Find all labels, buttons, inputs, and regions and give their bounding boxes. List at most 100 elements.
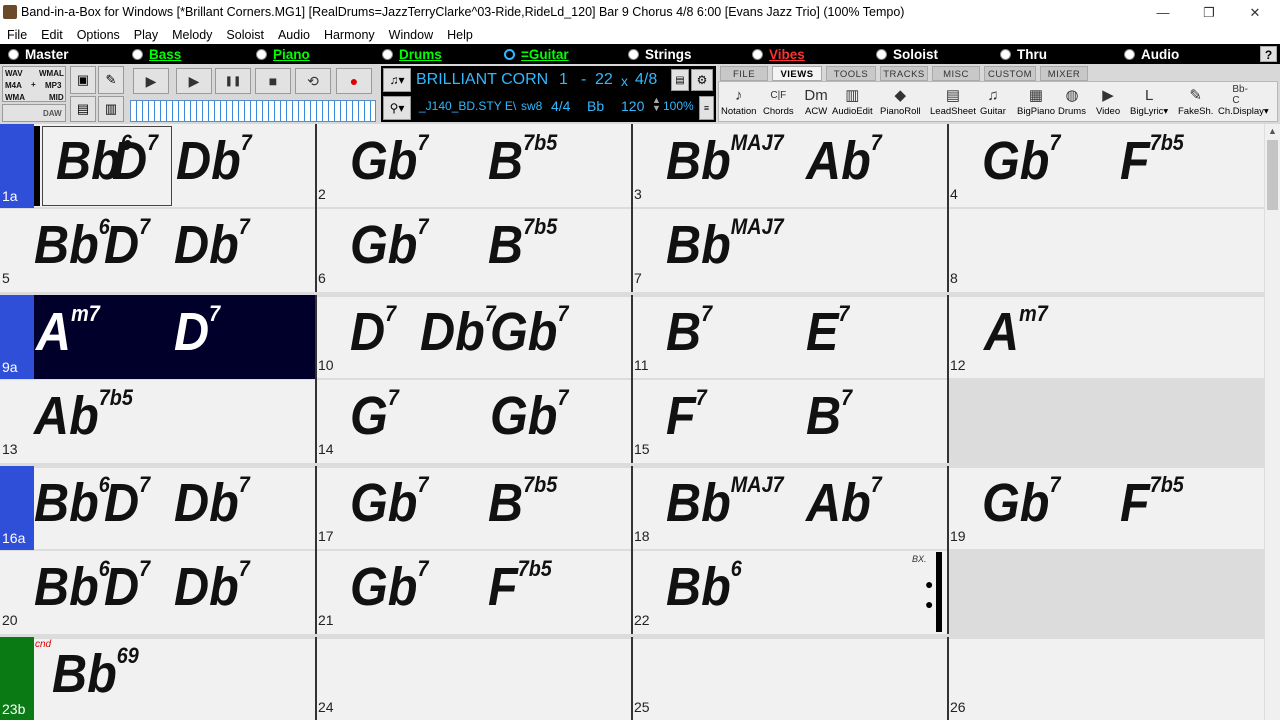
track-drums[interactable]: Drums (382, 45, 442, 63)
mid-button[interactable]: MID (49, 93, 64, 102)
chord-symbol[interactable]: D7 (174, 303, 220, 360)
song-title[interactable]: BRILLIANT CORN (416, 71, 548, 89)
part-marker[interactable]: 1a (0, 124, 34, 208)
chord-symbol[interactable]: Bb6 (34, 558, 110, 615)
edit-icon[interactable]: ✎ (98, 66, 124, 94)
view-chdisplay-button[interactable]: Bb-C Ch.Display▾ (1218, 84, 1269, 117)
minimize-button[interactable]: — (1140, 0, 1186, 25)
track-radio-icon[interactable] (628, 48, 639, 60)
tab-file[interactable]: FILE (720, 66, 768, 81)
bar-cell[interactable] (948, 379, 1264, 463)
track-audio[interactable]: Audio (1124, 45, 1179, 63)
bar-cell[interactable] (948, 637, 1264, 720)
song-menu-icon[interactable]: ♫▾ (383, 68, 411, 92)
chord-symbol[interactable]: Bb6 (34, 216, 110, 273)
track-radio-icon[interactable] (1000, 48, 1011, 60)
track-radio-icon[interactable] (1124, 48, 1135, 60)
wma-button[interactable]: WMA (5, 93, 25, 102)
chord-symbol[interactable]: D7 (104, 558, 150, 615)
view-audioedit-button[interactable]: ▥ AudioEdit (832, 84, 873, 117)
view-fakesh-button[interactable]: ✎ FakeSh. (1178, 84, 1213, 117)
open-icon[interactable]: ▣ (70, 66, 96, 94)
track-radio-icon[interactable] (504, 48, 515, 60)
restore-button[interactable]: ❐ (1186, 0, 1232, 25)
chord-symbol[interactable]: BbMAJ7 (666, 216, 784, 273)
chord-symbol[interactable]: Ab7 (806, 474, 882, 531)
stop-button[interactable]: ■ (255, 68, 291, 94)
choruses-count[interactable]: 4/8 (635, 71, 657, 89)
menu-file[interactable]: File (0, 28, 34, 42)
part-marker[interactable]: 16a (0, 466, 34, 550)
track-strings[interactable]: Strings (628, 45, 692, 63)
view-acw-button[interactable]: Dm ACW (804, 84, 827, 118)
menu-window[interactable]: Window (382, 28, 440, 42)
wav-button[interactable]: WAV (5, 69, 23, 78)
track-master[interactable]: Master (8, 45, 69, 63)
track-radio-icon[interactable] (752, 48, 763, 60)
tab-mixer[interactable]: MIXER (1040, 66, 1088, 81)
track-thru[interactable]: Thru (1000, 45, 1047, 63)
menu-audio[interactable]: Audio (271, 28, 317, 42)
track-radio-icon[interactable] (876, 48, 887, 60)
chord-symbol[interactable]: D7 (104, 216, 150, 273)
view-notation-button[interactable]: ♪ Notation (721, 84, 756, 118)
chord-symbol[interactable]: B7b5 (488, 474, 557, 531)
chord-symbol[interactable]: Db7 (420, 303, 496, 360)
loop-button[interactable]: ⟲ (295, 68, 331, 94)
chord-symbol[interactable]: B7b5 (488, 216, 557, 273)
bar-cell[interactable] (948, 208, 1264, 292)
close-button[interactable]: ✕ (1232, 0, 1278, 25)
chord-symbol[interactable]: D7 (350, 303, 396, 360)
save-as-icon[interactable]: ▥ (98, 96, 124, 122)
vertical-scrollbar[interactable]: ▲ (1264, 124, 1280, 720)
chord-symbol[interactable]: Ab7b5 (34, 387, 133, 444)
view-guitar-button[interactable]: ♫ Guitar (980, 84, 1006, 118)
bar-cell[interactable] (632, 637, 948, 720)
chord-symbol[interactable]: Bb6 (34, 474, 110, 531)
tempo[interactable]: 120 (621, 98, 644, 114)
tab-custom[interactable]: CUSTOM (984, 66, 1036, 81)
chord-symbol[interactable]: D7 (104, 474, 150, 531)
chord-symbol[interactable]: E7 (806, 303, 849, 360)
tempo-menu-icon[interactable]: ≡ (699, 96, 714, 120)
chord-symbol[interactable]: F7b5 (1120, 474, 1184, 531)
chord-symbol[interactable]: Gb7 (350, 132, 429, 189)
m4a-button[interactable]: M4A (5, 81, 22, 90)
chord-symbol[interactable]: Am7 (984, 303, 1048, 360)
chord-symbol[interactable]: F7b5 (488, 558, 552, 615)
play-from-bar-button[interactable]: ▶ (176, 68, 212, 94)
key-signature[interactable]: Bb (587, 98, 604, 114)
chord-symbol[interactable]: Db7 (176, 132, 252, 189)
style-name[interactable]: _J140_BD.STY E\ (419, 99, 516, 113)
chord-symbol[interactable]: Gb7 (490, 387, 569, 444)
menu-melody[interactable]: Melody (165, 28, 219, 42)
notes-icon[interactable]: ▤ (671, 69, 689, 91)
chord-symbol[interactable]: B7b5 (488, 132, 557, 189)
tab-tools[interactable]: TOOLS (826, 66, 876, 81)
view-chords-button[interactable]: C|F Chords (763, 84, 794, 118)
bar-cell[interactable] (948, 550, 1264, 634)
view-drums-button[interactable]: ◍ Drums (1058, 84, 1086, 117)
track-piano[interactable]: Piano (256, 45, 310, 63)
part-marker[interactable]: 9a (0, 295, 34, 379)
chord-symbol[interactable]: BbMAJ7 (666, 474, 784, 531)
chord-symbol[interactable]: Db7 (174, 558, 250, 615)
chord-symbol[interactable]: Gb7 (982, 474, 1061, 531)
chord-symbol[interactable]: Gb7 (350, 558, 429, 615)
tempo-spinner-icon[interactable]: ▲ ▼ (652, 96, 661, 113)
chord-symbol[interactable]: B7 (806, 387, 852, 444)
pause-button[interactable]: ❚❚ (215, 68, 251, 94)
track-radio-icon[interactable] (8, 48, 19, 60)
track-radio-icon[interactable] (382, 48, 393, 60)
chord-symbol[interactable]: F7b5 (1120, 132, 1184, 189)
scroll-thumb[interactable] (1267, 140, 1278, 210)
menu-edit[interactable]: Edit (34, 28, 70, 42)
chord-symbol[interactable]: Gb7 (350, 474, 429, 531)
daw-plugin-button[interactable]: DAW (2, 104, 66, 122)
wmal-button[interactable]: WMAL (39, 69, 64, 78)
view-biglyric-button[interactable]: L BigLyric▾ (1130, 84, 1168, 118)
chord-symbol[interactable]: Bb69 (52, 645, 139, 702)
tab-misc[interactable]: MISC (932, 66, 980, 81)
track-guitar[interactable]: =Guitar (504, 45, 569, 63)
chord-symbol[interactable]: Am7 (36, 303, 100, 360)
